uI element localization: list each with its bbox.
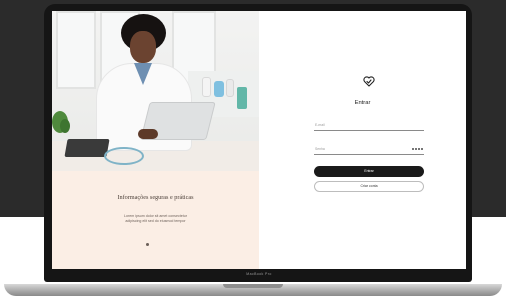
email-placeholder: E-mail [315,123,325,127]
login-button[interactable]: Entrar [314,166,424,177]
laptop-screen: Informações seguras e práticas Lorem ips… [52,11,466,269]
create-account-button[interactable]: Criar conta [314,181,424,192]
stage: Informações seguras e práticas Lorem ips… [0,0,506,304]
doctor-face [130,31,156,63]
pen-cup [237,87,247,109]
stethoscope [104,147,144,165]
login-panel: Entrar E-mail Senha Entrar Criar conta [259,11,466,269]
carousel-dot[interactable] [146,243,149,246]
plant [60,119,70,133]
tablet [64,139,110,157]
heart-check-icon [362,74,376,88]
bezel-label: MacBook Pro [246,272,272,276]
hero-description: Lorem ipsum dolor sit amet consectetur a… [124,214,187,223]
doctor-photo [52,11,259,171]
hero-title: Informações seguras e práticas [117,194,194,201]
window-pane [56,11,96,89]
bottle [226,79,234,97]
doctor-hand [138,129,158,139]
email-field[interactable]: E-mail [314,121,424,131]
password-placeholder: Senha [315,147,325,151]
eye-icon[interactable] [409,147,423,151]
hero-text: Informações seguras e práticas Lorem ips… [52,194,259,224]
password-field[interactable]: Senha [314,145,424,155]
bottle [214,81,224,97]
login-title: Entrar [354,100,371,106]
bottle [202,77,211,97]
laptop-notch [223,284,283,288]
hero-panel: Informações seguras e práticas Lorem ips… [52,11,259,269]
